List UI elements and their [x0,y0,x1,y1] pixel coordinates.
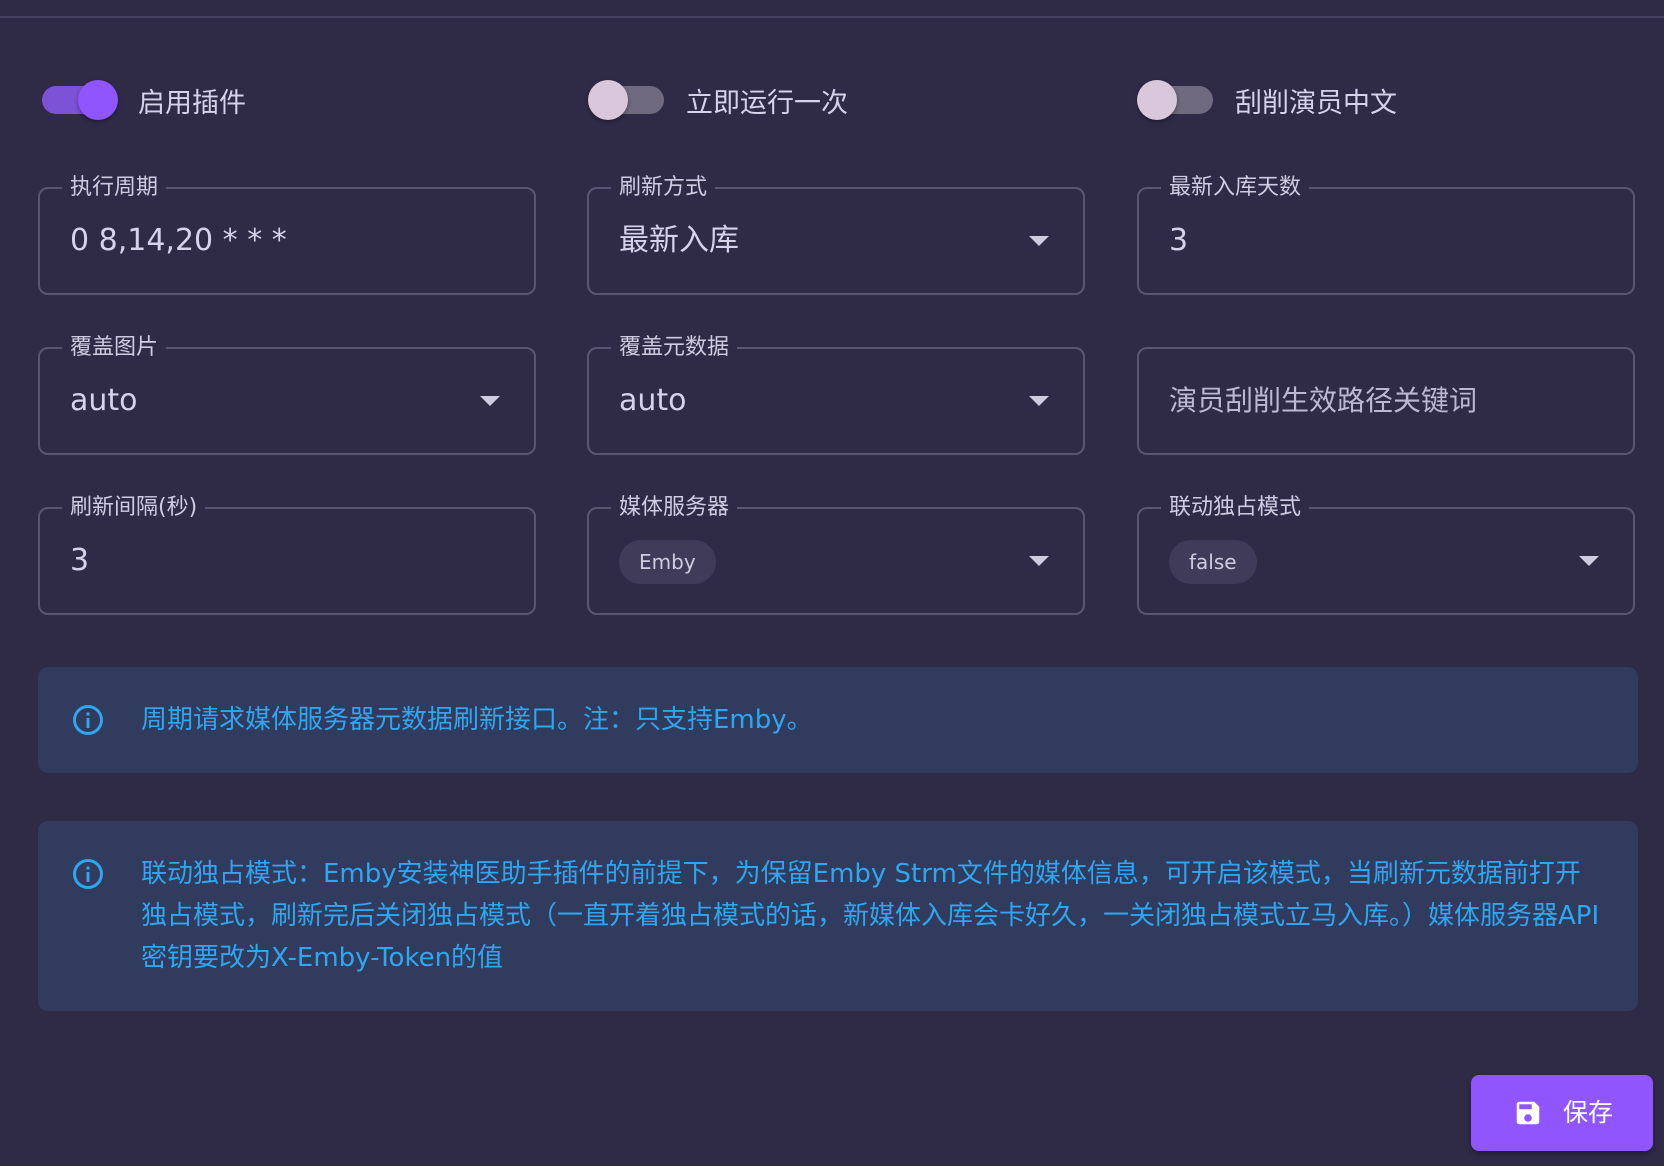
actor-paths-placeholder[interactable]: 演员刮削生效路径关键词 [1169,349,1477,453]
save-button[interactable]: 保存 [1471,1075,1653,1151]
exclusive-mode-label: 联动独占模式 [1161,493,1310,523]
overwrite-images-select[interactable]: 覆盖图片 auto [38,333,536,455]
top-divider [0,16,1664,18]
scrape-actor-chinese-label: 刮削演员中文 [1235,87,1397,119]
enable-plugin-switch[interactable]: 启用插件 [40,75,246,125]
overwrite-metadata-value[interactable]: auto [619,349,687,453]
cron-field-value[interactable]: 0 8,14,20 * * * [70,189,287,293]
caret-down-icon[interactable] [1029,236,1049,246]
run-once-label: 立即运行一次 [686,87,848,119]
run-once-toggle[interactable] [588,78,666,122]
exclusive-mode-chip[interactable]: false [1169,540,1257,584]
run-once-switch[interactable]: 立即运行一次 [588,75,848,125]
caret-down-icon[interactable] [1029,396,1049,406]
refresh-interval-field[interactable]: 刷新间隔(秒) 3 [38,493,536,615]
info-icon [73,859,103,889]
refresh-interval-value[interactable]: 3 [70,509,89,613]
switch-row: 启用插件 立即运行一次 刮削演员中文 [0,75,1664,125]
enable-plugin-label: 启用插件 [138,87,246,119]
cron-field[interactable]: 执行周期 0 8,14,20 * * * [38,173,536,295]
scrape-actor-chinese-toggle[interactable] [1137,78,1215,122]
refresh-mode-value[interactable]: 最新入库 [619,189,739,293]
media-server-label: 媒体服务器 [611,493,738,523]
overwrite-images-value[interactable]: auto [70,349,138,453]
caret-down-icon[interactable] [1029,556,1049,566]
save-button-label: 保存 [1563,1098,1614,1127]
scrape-actor-chinese-switch[interactable]: 刮削演员中文 [1137,75,1397,125]
exclusive-mode-select[interactable]: 联动独占模式 false [1137,493,1635,615]
info-alert-refresh: 周期请求媒体服务器元数据刷新接口。注：只支持Emby。 [38,667,1638,773]
info-alert-exclusive-text: 联动独占模式：Emby安装神医助手插件的前提下，为保留Emby Strm文件的媒… [141,859,1600,973]
switch-thumb [78,80,118,120]
recent-days-value[interactable]: 3 [1169,189,1188,293]
switch-thumb [588,80,628,120]
media-server-chip[interactable]: Emby [619,540,716,584]
media-server-select[interactable]: 媒体服务器 Emby [587,493,1085,615]
refresh-mode-select[interactable]: 刷新方式 最新入库 [587,173,1085,295]
info-icon [73,705,103,735]
content-save-icon [1516,1101,1540,1125]
recent-days-field[interactable]: 最新入库天数 3 [1137,173,1635,295]
caret-down-icon[interactable] [1579,556,1599,566]
caret-down-icon[interactable] [480,396,500,406]
info-alert-refresh-text: 周期请求媒体服务器元数据刷新接口。注：只支持Emby。 [141,705,813,735]
switch-thumb [1137,80,1177,120]
info-alert-exclusive: 联动独占模式：Emby安装神医助手插件的前提下，为保留Emby Strm文件的媒… [38,821,1638,1011]
overwrite-metadata-select[interactable]: 覆盖元数据 auto [587,333,1085,455]
enable-plugin-toggle[interactable] [40,78,118,122]
actor-paths-field[interactable]: 演员刮削生效路径关键词 [1137,347,1635,455]
